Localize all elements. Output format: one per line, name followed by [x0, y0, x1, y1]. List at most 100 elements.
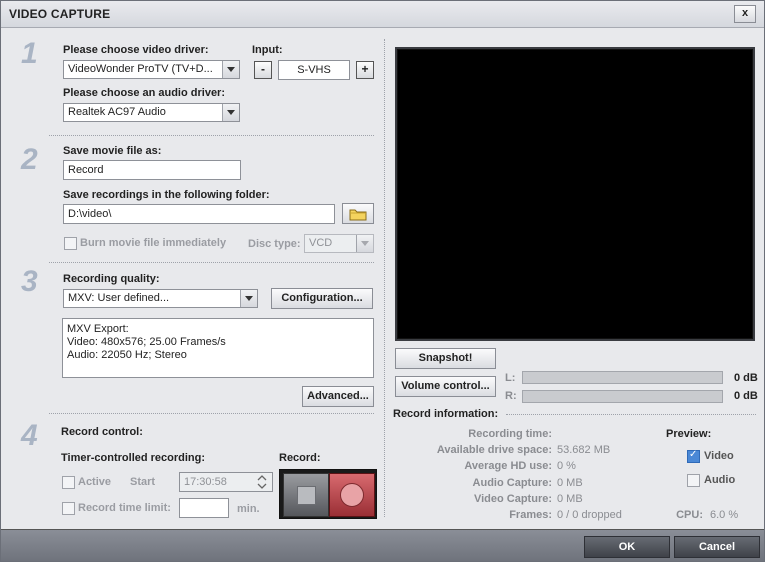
time-limit-input[interactable]	[179, 498, 229, 518]
minutes-label: min.	[237, 503, 260, 515]
preview-audio-label: Audio	[704, 474, 736, 486]
preview-video-checkbox[interactable]	[687, 449, 700, 463]
right-db-value: 0 dB	[734, 390, 758, 402]
preview-label: Preview:	[666, 428, 712, 440]
stop-icon	[297, 486, 316, 505]
quality-select[interactable]: MXV: User defined...	[63, 289, 258, 308]
disc-type-select[interactable]: VCD	[304, 234, 374, 253]
drive-space-label: Available drive space:	[436, 444, 552, 456]
audio-driver-value: Realtek AC97 Audio	[68, 106, 166, 118]
close-button[interactable]: x	[734, 5, 756, 23]
cancel-button[interactable]: Cancel	[674, 536, 760, 558]
divider	[49, 262, 374, 263]
save-as-input[interactable]: Record	[63, 160, 241, 180]
record-buttons-panel	[279, 469, 377, 519]
record-control-label: Record control:	[61, 426, 143, 438]
right-channel-label: R:	[505, 390, 517, 402]
hd-use-label: Average HD use:	[464, 460, 552, 472]
title-bar: VIDEO CAPTURE x	[1, 1, 764, 28]
step-number-3: 3	[21, 265, 38, 298]
chevron-down-icon[interactable]	[240, 290, 257, 307]
disc-type-label: Disc type:	[248, 238, 301, 250]
chevron-down-icon[interactable]	[222, 61, 239, 78]
chevron-down-icon[interactable]	[222, 104, 239, 121]
step-number-2: 2	[21, 143, 38, 176]
audio-capture-value: 0 MB	[557, 477, 583, 489]
quality-value: MXV: User defined...	[68, 292, 170, 304]
step-number-4: 4	[21, 419, 38, 452]
divider	[49, 413, 374, 414]
right-level-meter	[522, 390, 723, 403]
active-checkbox[interactable]	[62, 476, 75, 489]
browse-folder-button[interactable]	[342, 203, 374, 224]
video-capture-window: VIDEO CAPTURE x 1 Please choose video dr…	[0, 0, 765, 562]
preview-video-label: Video	[704, 450, 734, 462]
burn-label: Burn movie file immediately	[80, 237, 227, 249]
folder-value: D:\video\	[68, 208, 112, 220]
divider	[49, 135, 374, 136]
snapshot-button[interactable]: Snapshot!	[395, 348, 496, 369]
video-driver-label: Please choose video driver:	[63, 44, 209, 56]
record-button[interactable]	[329, 473, 375, 517]
burn-checkbox[interactable]	[64, 237, 77, 250]
divider	[506, 414, 756, 415]
cpu-value: 6.0 %	[710, 509, 739, 521]
recording-time-label: Recording time:	[468, 428, 552, 440]
advanced-button[interactable]: Advanced...	[302, 386, 374, 407]
video-driver-value: VideoWonder ProTV (TV+D...	[68, 63, 213, 75]
spinner-icon[interactable]	[257, 475, 267, 489]
audio-driver-label: Please choose an audio driver:	[63, 87, 226, 99]
ok-button[interactable]: OK	[584, 536, 670, 558]
hd-use-value: 0 %	[557, 460, 576, 472]
step-number-1: 1	[21, 37, 38, 70]
time-limit-checkbox[interactable]	[62, 502, 75, 515]
active-label: Active	[78, 476, 112, 488]
quality-info-text: MXV Export: Video: 480x576; 25.00 Frames…	[67, 323, 226, 362]
input-source-value: S-VHS	[297, 64, 331, 76]
record-label: Record:	[279, 452, 321, 464]
quality-info-line: Audio: 22050 Hz; Stereo	[67, 349, 187, 361]
video-driver-select[interactable]: VideoWonder ProTV (TV+D...	[63, 60, 240, 79]
input-minus-button[interactable]: -	[254, 61, 272, 79]
save-as-value: Record	[68, 164, 104, 176]
input-plus-button[interactable]: +	[356, 61, 374, 79]
folder-input[interactable]: D:\video\	[63, 204, 335, 224]
video-capture-label: Video Capture:	[473, 493, 552, 505]
quality-info-box: MXV Export: Video: 480x576; 25.00 Frames…	[62, 318, 374, 378]
timer-label: Timer-controlled recording:	[61, 452, 206, 464]
save-as-label: Save movie file as:	[63, 145, 162, 157]
window-title: VIDEO CAPTURE	[9, 7, 111, 21]
vertical-divider	[384, 39, 385, 517]
footer-bar: OK Cancel	[1, 529, 764, 561]
audio-capture-label: Audio Capture:	[472, 477, 552, 489]
input-source-field[interactable]: S-VHS	[278, 60, 350, 80]
chevron-down-icon[interactable]	[356, 235, 373, 252]
record-icon	[340, 483, 364, 507]
time-limit-label: Record time limit:	[78, 502, 171, 514]
frames-label: Frames:	[509, 509, 552, 521]
left-channel-label: L:	[505, 372, 516, 384]
video-preview	[395, 47, 755, 341]
record-info-title: Record information:	[393, 408, 499, 420]
input-label: Input:	[252, 44, 283, 56]
stop-button[interactable]	[283, 473, 329, 517]
audio-driver-select[interactable]: Realtek AC97 Audio	[63, 103, 240, 122]
volume-control-button[interactable]: Volume control...	[395, 376, 496, 397]
quality-info-line: Video: 480x576; 25.00 Frames/s	[67, 336, 226, 348]
preview-audio-checkbox[interactable]	[687, 474, 700, 487]
folder-label: Save recordings in the following folder:	[63, 189, 270, 201]
quality-info-line: MXV Export:	[67, 323, 129, 335]
configuration-button[interactable]: Configuration...	[271, 288, 373, 309]
folder-icon	[349, 209, 367, 221]
start-label: Start	[130, 476, 156, 488]
quality-label: Recording quality:	[63, 273, 160, 285]
start-time-value: 17:30:58	[184, 476, 227, 488]
start-time-input[interactable]: 17:30:58	[179, 472, 273, 492]
disc-type-value: VCD	[309, 237, 333, 249]
drive-space-value: 53.682 MB	[557, 444, 611, 456]
left-db-value: 0 dB	[734, 372, 758, 384]
frames-value: 0 / 0 dropped	[557, 509, 622, 521]
cpu-label: CPU:	[676, 509, 703, 521]
left-level-meter	[522, 371, 723, 384]
video-capture-value: 0 MB	[557, 493, 583, 505]
